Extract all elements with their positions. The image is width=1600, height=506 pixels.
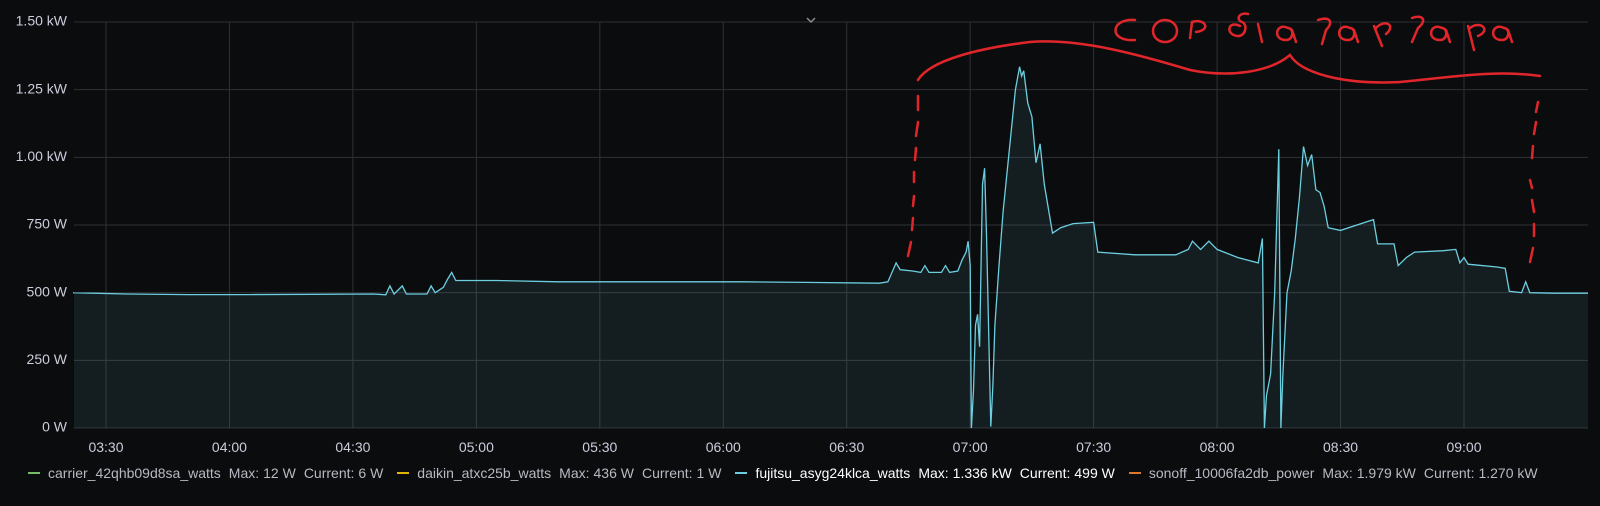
x-tick-label: 04:30 bbox=[335, 439, 370, 455]
x-tick-label: 09:00 bbox=[1446, 439, 1481, 455]
legend-series-name: sonoff_10006fa2db_power bbox=[1148, 465, 1315, 481]
series-layer bbox=[73, 66, 1589, 429]
legend-current: Current: 1 W bbox=[641, 465, 722, 481]
x-tick-label: 04:00 bbox=[212, 439, 247, 455]
legend-item[interactable]: daikin_atxc25b_watts Max: 436 W Current: 1 W bbox=[397, 465, 721, 481]
x-tick-label: 07:30 bbox=[1076, 439, 1111, 455]
legend-max: Max: 436 W bbox=[559, 465, 634, 481]
x-tick-label: 06:00 bbox=[706, 439, 741, 455]
y-tick-label: 1.50 kW bbox=[16, 13, 68, 29]
chart-area[interactable]: 0 W250 W500 W750 W1.00 kW1.25 kW1.50 kW … bbox=[0, 0, 1600, 460]
y-tick-label: 250 W bbox=[27, 351, 68, 367]
x-axis-ticks: 03:30 04:00 04:30 05:00 05:30 06:00 06:30 07:00… bbox=[88, 439, 1481, 455]
y-tick-label: 500 W bbox=[27, 283, 68, 299]
x-tick-label: 07:00 bbox=[953, 439, 988, 455]
legend-item[interactable]: carrier_42qhb09d8sa_watts Max: 12 W Current… bbox=[28, 465, 383, 481]
legend-color-swatch bbox=[397, 472, 410, 474]
series-area-fill bbox=[73, 66, 1589, 428]
x-tick-label: 06:30 bbox=[829, 439, 864, 455]
y-axis-ticks: 0 W 250 W 500 W 750 W 1.00 kW 1.25 kW 1.50 kW bbox=[16, 13, 68, 435]
legend-max: Max: 1.336 kW bbox=[918, 465, 1012, 481]
collapse-chevron-icon bbox=[806, 17, 816, 24]
x-tick-label: 08:30 bbox=[1323, 439, 1358, 455]
y-tick-label: 1.00 kW bbox=[16, 148, 68, 164]
legend: carrier_42qhb09d8sa_watts Max: 12 W Current… bbox=[28, 462, 1552, 484]
x-tick-label: 08:00 bbox=[1200, 439, 1235, 455]
legend-item[interactable]: sonoff_10006fa2db_power Max: 1.979 kW Curre… bbox=[1128, 465, 1538, 481]
legend-color-swatch bbox=[735, 472, 748, 474]
legend-color-swatch bbox=[1128, 472, 1141, 474]
legend-current: Current: 499 W bbox=[1019, 465, 1115, 481]
legend-max: Max: 1.979 kW bbox=[1322, 465, 1416, 481]
y-tick-label: 750 W bbox=[27, 216, 68, 232]
legend-series-name: daikin_atxc25b_watts bbox=[417, 465, 552, 481]
legend-current: Current: 1.270 kW bbox=[1423, 465, 1538, 481]
legend-color-swatch bbox=[28, 472, 40, 474]
y-tick-label: 0 W bbox=[42, 419, 68, 435]
x-tick-label: 05:30 bbox=[582, 439, 617, 455]
x-tick-label: 05:00 bbox=[459, 439, 494, 455]
legend-series-name: carrier_42qhb09d8sa_watts bbox=[48, 465, 221, 481]
y-tick-label: 1.25 kW bbox=[16, 80, 68, 96]
x-tick-label: 03:30 bbox=[88, 439, 123, 455]
legend-item[interactable]: fujitsu_asyg24klca_watts Max: 1.336 kW Curr… bbox=[735, 465, 1115, 481]
legend-current: Current: 6 W bbox=[303, 465, 384, 481]
legend-series-name: fujitsu_asyg24klca_watts bbox=[755, 465, 911, 481]
legend-max: Max: 12 W bbox=[228, 465, 296, 481]
